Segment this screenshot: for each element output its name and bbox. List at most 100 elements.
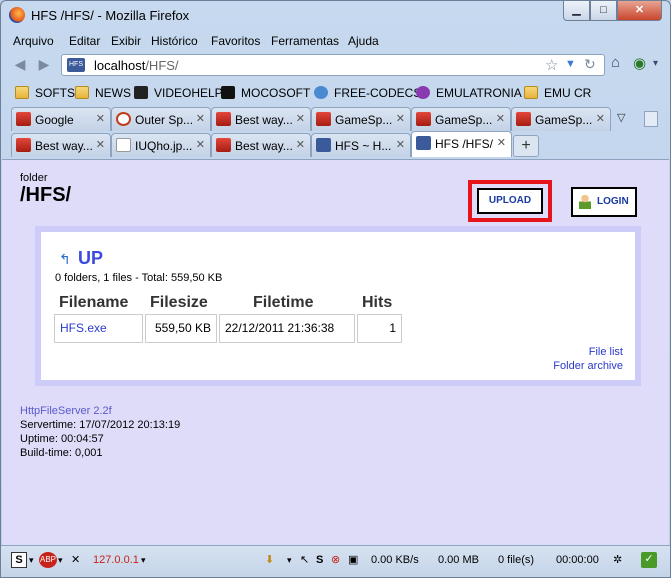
tab-close-icon[interactable]: ✕ (296, 134, 305, 156)
file-size-cell: 559,50 KB (145, 314, 217, 343)
tab-close-icon[interactable]: ✕ (496, 108, 505, 130)
tab-strip: Google ✕ Outer Sp... ✕ Best way... ✕ GameSp… (1, 107, 670, 159)
up-link[interactable]: UP (78, 248, 103, 269)
tab-gamespot[interactable]: GameSp... ✕ (411, 107, 511, 131)
tab-close-icon[interactable]: ✕ (296, 108, 305, 130)
col-filetime[interactable]: Filetime (253, 294, 313, 312)
hfs-icon (416, 136, 431, 150)
up-arrow-icon[interactable]: ↰ (59, 251, 71, 268)
checkmark-icon[interactable]: ✓ (641, 552, 657, 568)
file-list-link[interactable]: File list (589, 346, 623, 358)
firefox-icon (9, 7, 25, 23)
bookmark-free-codecs[interactable]: FREE-CODECS (314, 85, 421, 101)
dropdown-icon[interactable]: ▾ (287, 553, 292, 567)
bookmark-news[interactable]: NEWS (75, 85, 131, 101)
col-filename[interactable]: Filename (59, 294, 128, 312)
list-all-tabs-icon[interactable]: ▽ (617, 111, 625, 124)
menu-editar[interactable]: Editar (69, 34, 100, 48)
transfer-size: 0.00 MB (438, 554, 479, 566)
menu-ferramentas[interactable]: Ferramentas (271, 34, 339, 48)
bookmark-softs[interactable]: SOFTS (15, 85, 75, 101)
tab-favicon-icon (316, 112, 331, 126)
menu-favoritos[interactable]: Favoritos (211, 34, 260, 48)
close-button[interactable]: ✕ (617, 1, 662, 21)
menu-exibir[interactable]: Exibir (111, 34, 141, 48)
upload-highlight: UPLOAD (468, 180, 552, 222)
forward-icon[interactable]: ▶ (35, 55, 53, 73)
addon-icon[interactable]: ◉ (633, 54, 646, 72)
folder-label: folder (20, 172, 48, 184)
tab-outer-space[interactable]: Outer Sp... ✕ (111, 107, 211, 131)
col-filesize[interactable]: Filesize (150, 294, 208, 312)
version-link[interactable]: HttpFileServer 2.2f (20, 404, 180, 418)
tab-close-icon[interactable]: ✕ (497, 132, 506, 154)
url-dropdown-icon[interactable]: ▼ (565, 58, 576, 70)
s-addon-icon[interactable]: S (11, 552, 27, 568)
tab-image[interactable]: IUQho.jp... ✕ (111, 133, 211, 157)
screen-icon[interactable]: ▣ (348, 553, 358, 567)
settings-icon[interactable]: ✲ (613, 553, 622, 567)
tab-close-icon[interactable]: ✕ (96, 134, 105, 156)
tab-close-icon[interactable]: ✕ (396, 134, 405, 156)
bookmarks-toolbar: SOFTS NEWS VIDEOHELP MOCOSOFT FREE-CODEC… (1, 81, 670, 105)
tab-close-icon[interactable]: ✕ (596, 108, 605, 130)
s-icon[interactable]: S (316, 553, 323, 567)
bookmark-emulatronia[interactable]: EMULATRONIA (416, 85, 522, 101)
tab-close-icon[interactable]: ✕ (96, 108, 105, 130)
file-name-cell[interactable]: HFS.exe (54, 314, 143, 343)
server-info: HttpFileServer 2.2f Servertime: 17/07/20… (20, 404, 180, 460)
bookmark-mocosoft[interactable]: MOCOSOFT (221, 85, 310, 101)
site-icon: HFS (67, 58, 85, 72)
build-time: Build-time: 0,001 (20, 447, 103, 459)
page-content: folder /HFS/ UPLOAD LOGIN ↰ UP 0 folders… (2, 159, 669, 545)
back-icon[interactable]: ◀ (11, 55, 29, 73)
maximize-button[interactable]: □ (590, 1, 617, 21)
tab-close-icon[interactable]: ✕ (396, 108, 405, 130)
tab-favicon-icon (216, 138, 231, 152)
upload-button[interactable]: UPLOAD (477, 188, 543, 214)
tab-favicon-icon (16, 138, 31, 152)
tab-gamespot[interactable]: GameSp... ✕ (511, 107, 611, 131)
url-bar[interactable]: HFS localhost/HFS/ ☆ ▼ ↻ (61, 54, 605, 76)
reload-icon[interactable]: ↻ (584, 56, 596, 73)
tab-best-way[interactable]: Best way... ✕ (11, 133, 111, 157)
ip-address[interactable]: 127.0.0.1 (93, 553, 139, 567)
bookmark-emu-cr[interactable]: EMU CR (524, 85, 591, 101)
url-text[interactable]: localhost/HFS/ (94, 58, 179, 73)
navigation-bar: ◀ ▶ HFS localhost/HFS/ ☆ ▼ ↻ ⌂ ◉ ▾ (1, 51, 670, 79)
home-icon[interactable]: ⌂ (611, 54, 620, 71)
user-icon (579, 195, 591, 209)
bookmark-star-icon[interactable]: ☆ (545, 56, 558, 74)
image-icon (116, 138, 131, 152)
tab-close-icon[interactable]: ✕ (196, 134, 205, 156)
close-icon[interactable]: ✕ (71, 553, 80, 567)
browser-window: HFS /HFS/ - Mozilla Firefox ▁ □ ✕ Arquiv… (0, 0, 671, 578)
dropdown-icon[interactable]: ▾ (141, 553, 146, 567)
adblock-icon[interactable]: ABP (39, 552, 57, 568)
login-button[interactable]: LOGIN (571, 187, 637, 217)
tab-google[interactable]: Google ✕ (11, 107, 111, 131)
addon-dropdown-icon[interactable]: ▾ (653, 58, 658, 69)
download-icon[interactable]: ⬇ (265, 553, 274, 567)
bookmark-videohelp[interactable]: VIDEOHELP (134, 85, 223, 101)
col-hits[interactable]: Hits (362, 294, 392, 312)
pointer-icon[interactable]: ↖ (300, 553, 309, 567)
menu-ajuda[interactable]: Ajuda (348, 34, 379, 48)
file-panel: ↰ UP 0 folders, 1 files - Total: 559,50 … (35, 226, 641, 386)
menu-arquivo[interactable]: Arquivo (13, 34, 54, 48)
minimize-button[interactable]: ▁ (563, 1, 590, 21)
new-tab-button[interactable]: + (513, 135, 539, 157)
tab-hfs-current[interactable]: HFS /HFS/✕ (411, 131, 512, 157)
tab-best-way[interactable]: Best way... ✕ (211, 107, 311, 131)
tab-gamespot[interactable]: GameSp... ✕ (311, 107, 411, 131)
menu-bar: Arquivo Editar Exibir Histórico Favorito… (1, 31, 670, 51)
tab-hfs-home[interactable]: HFS ~ H... ✕ (311, 133, 411, 157)
tab-groups-button[interactable] (644, 111, 658, 127)
menu-historico[interactable]: Histórico (151, 34, 198, 48)
dropdown-icon[interactable]: ▾ (29, 553, 34, 567)
tab-close-icon[interactable]: ✕ (196, 108, 205, 130)
stop-icon[interactable]: ⊗ (331, 553, 340, 567)
dropdown-icon[interactable]: ▾ (58, 553, 63, 567)
folder-archive-link[interactable]: Folder archive (553, 360, 623, 372)
tab-best-way[interactable]: Best way... ✕ (211, 133, 311, 157)
